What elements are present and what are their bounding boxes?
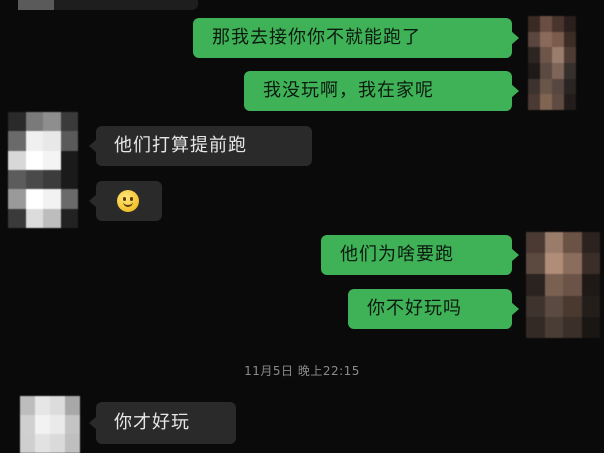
message-bubble-incoming[interactable]: 你才好玩 — [96, 402, 236, 444]
message-text: 我没玩啊，我在家呢 — [263, 80, 434, 101]
message-text: 你不好玩吗 — [367, 298, 462, 319]
contact-avatar[interactable] — [20, 396, 80, 453]
message-bubble-outgoing[interactable]: 他们为啥要跑 — [321, 235, 512, 275]
user-avatar-self[interactable] — [526, 232, 600, 338]
chat-window: 那我去接你你不就能跑了 我没玩啊，我在家呢 他们打算提前跑 他们为啥要跑 你不好 — [0, 0, 604, 453]
contact-avatar[interactable] — [8, 112, 78, 228]
message-text: 他们为啥要跑 — [340, 244, 454, 265]
message-bubble-outgoing[interactable]: 那我去接你你不就能跑了 — [193, 18, 512, 58]
smile-emoji-icon — [117, 190, 139, 212]
message-text: 你才好玩 — [114, 412, 190, 433]
message-timestamp: 11月5日 晚上22:15 — [244, 364, 360, 378]
cut-off-avatar — [18, 0, 54, 10]
message-bubble-incoming[interactable] — [96, 181, 162, 221]
user-avatar-self[interactable] — [528, 16, 576, 110]
message-bubble-outgoing[interactable]: 你不好玩吗 — [348, 289, 512, 329]
message-text: 他们打算提前跑 — [114, 135, 247, 156]
message-bubble-incoming[interactable]: 他们打算提前跑 — [96, 126, 312, 166]
message-text: 那我去接你你不就能跑了 — [212, 27, 421, 48]
message-bubble-outgoing[interactable]: 我没玩啊，我在家呢 — [244, 71, 512, 111]
